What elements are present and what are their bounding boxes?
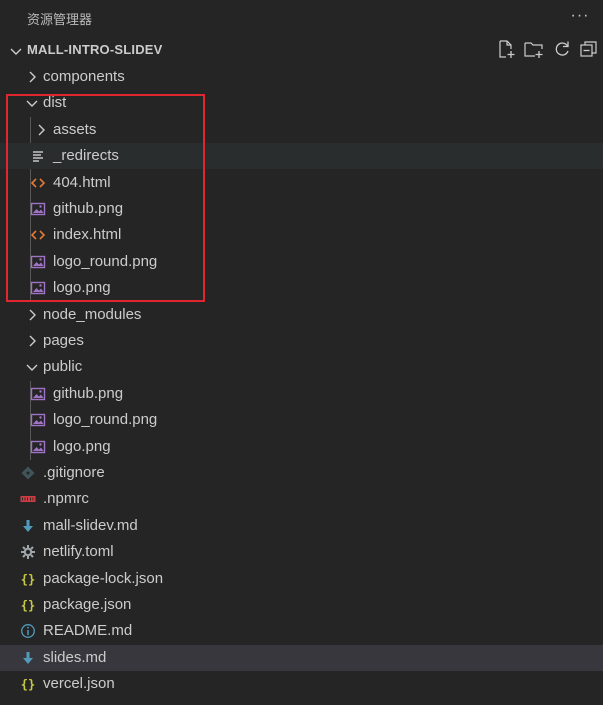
tree-item-label: node_modules <box>43 305 142 323</box>
explorer-title: 资源管理器 <box>27 13 93 28</box>
workspace-root-header[interactable]: MALL-INTRO-SLIDEV <box>0 38 603 64</box>
tree-file-.npmrc[interactable]: .npmrc <box>0 486 603 512</box>
tree-file-.gitignore[interactable]: .gitignore <box>0 460 603 486</box>
info-icon <box>21 624 35 639</box>
tree-item-label: logo_round.png <box>53 411 158 429</box>
markdown-icon <box>23 519 33 532</box>
more-actions-button[interactable]: ··· <box>568 6 592 28</box>
json-icon: {} <box>21 678 35 692</box>
image-file-icon <box>30 440 46 453</box>
tree-file-package.json[interactable]: {} package.json <box>0 592 603 618</box>
tree-file-vercel.json[interactable]: {} vercel.json <box>0 671 603 697</box>
refresh-button[interactable] <box>551 38 573 60</box>
tree-item-label: logo.png <box>53 437 111 455</box>
tree-folder-components[interactable]: components <box>0 64 603 90</box>
collapse-all-icon <box>580 41 597 57</box>
tree-file-logo_round.png[interactable]: logo_round.png <box>0 407 603 433</box>
tree-item-label: package-lock.json <box>43 569 164 587</box>
tree-item-label: vercel.json <box>43 675 115 693</box>
json-icon: {} <box>21 572 35 586</box>
tree-item-label: .npmrc <box>43 490 89 508</box>
markdown-icon <box>23 651 33 664</box>
tree-item-label: slides.md <box>43 648 107 666</box>
svg-text:{}: {} <box>21 599 35 613</box>
tree-file-README.md[interactable]: README.md <box>0 618 603 644</box>
npm-icon <box>20 496 36 503</box>
tree-folder-node_modules[interactable]: node_modules <box>0 302 603 328</box>
tree-item-label: .gitignore <box>43 464 105 481</box>
tree-file-github.png[interactable]: github.png <box>0 381 603 407</box>
new-folder-icon <box>524 42 543 58</box>
chevron-right-icon <box>29 309 36 321</box>
json-icon: {} <box>21 599 35 613</box>
chevron-down-icon <box>10 48 22 55</box>
tree-file-package-lock.json[interactable]: {} package-lock.json <box>0 566 603 592</box>
tree-item-label: README.md <box>43 622 133 640</box>
tree-file-logo.png[interactable]: logo.png <box>0 434 603 460</box>
image-file-icon <box>30 413 46 427</box>
tree-folder-pages[interactable]: pages <box>0 328 603 354</box>
tree-file-netlify.toml[interactable]: netlify.toml <box>0 539 603 565</box>
gear-icon <box>21 545 35 560</box>
chevron-right-icon <box>29 71 36 83</box>
workspace-root-label: MALL-INTRO-SLIDEV <box>27 42 163 57</box>
chevron-right-icon <box>29 335 36 347</box>
annotation-highlight-box <box>6 94 205 302</box>
tree-item-label: netlify.toml <box>43 543 114 561</box>
tree-folder-public[interactable]: public <box>0 354 603 380</box>
tree-item-label: public <box>43 358 83 376</box>
chevron-down-icon <box>26 364 38 372</box>
git-icon <box>21 466 35 480</box>
tree-item-label: github.png <box>53 384 124 402</box>
image-file-icon <box>30 387 46 400</box>
tree-item-label: package.json <box>43 596 132 613</box>
new-folder-button[interactable] <box>523 38 545 60</box>
svg-text:{}: {} <box>21 572 35 586</box>
tree-file-slides.md[interactable]: slides.md <box>0 644 603 671</box>
explorer-title-bar: 资源管理器 ··· <box>0 0 603 35</box>
tree-item-label: pages <box>43 332 84 349</box>
refresh-icon <box>555 41 569 56</box>
collapse-all-button[interactable] <box>578 38 600 60</box>
tree-file-mall-slidev.md[interactable]: mall-slidev.md <box>0 513 603 539</box>
svg-text:{}: {} <box>21 678 35 692</box>
tree-item-label: components <box>43 68 125 85</box>
tree-item-label: mall-slidev.md <box>43 516 138 534</box>
new-file-icon <box>499 40 515 58</box>
new-file-button[interactable] <box>495 38 517 60</box>
